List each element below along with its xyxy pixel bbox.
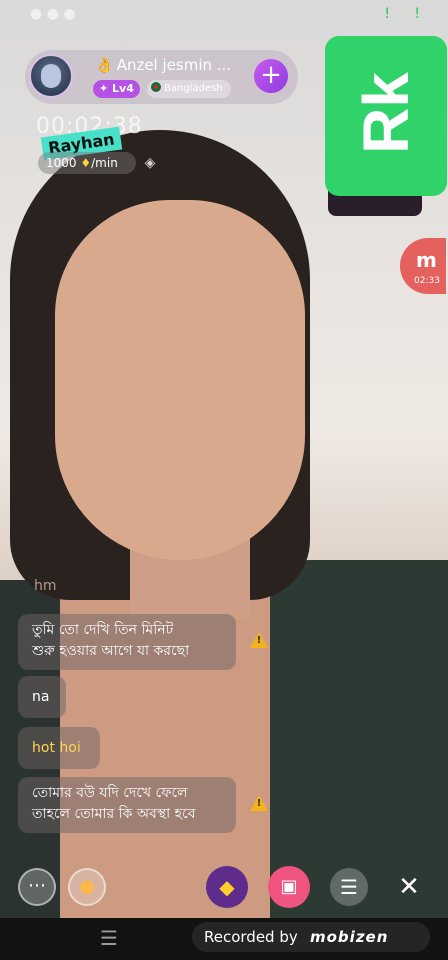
lightbulb-icon[interactable]: ●	[68, 868, 106, 906]
level-badge: ✦ Lv4	[93, 80, 140, 98]
host-name-text: Anzel jesmin ...	[116, 56, 232, 74]
signal-icon: ! !	[384, 6, 430, 22]
video-shirt-shape	[270, 560, 448, 920]
close-button[interactable]: ✕	[394, 872, 424, 902]
rate-value: 1000	[46, 156, 77, 170]
follow-button[interactable]: +	[254, 59, 288, 93]
gem-icon[interactable]: ◆	[206, 866, 248, 908]
mobizen-brand: mobizen	[310, 928, 389, 946]
menu-icon[interactable]: ☰	[330, 868, 368, 906]
warning-icon[interactable]: !	[250, 632, 268, 648]
warning-icon[interactable]: !	[250, 795, 268, 811]
bangladesh-flag-icon	[151, 82, 161, 92]
gift-icon[interactable]: ▣	[268, 866, 310, 908]
rk-sticker: Rk	[325, 36, 447, 196]
recent-apps-icon[interactable]: ☰	[100, 926, 118, 950]
chat-bubble-icon[interactable]: ⋯	[18, 868, 56, 906]
host-name: 👌 Anzel jesmin ...	[95, 56, 231, 74]
chat-bubble: na	[18, 676, 66, 718]
host-info-card[interactable]: 👌 Anzel jesmin ... ✦ Lv4 Bangladesh +	[25, 50, 298, 104]
rate-unit: /min	[91, 156, 118, 170]
coin-icon: ♦	[80, 156, 92, 170]
mini-badge-letter: m	[416, 248, 437, 272]
mini-badge-time: 02:33	[414, 276, 440, 286]
chat-bubble: hot hoi	[18, 727, 100, 769]
ok-hand-icon: 👌	[95, 56, 114, 74]
host-avatar[interactable]	[29, 54, 73, 98]
country-text: Bangladesh	[164, 83, 223, 94]
recorded-by-label: Recorded by	[204, 928, 298, 946]
chat-bubble: তোমার বউ যদি দেখে ফেলে তাহলে তোমার কি অব…	[18, 777, 236, 833]
recorder-mini-badge[interactable]: m 02:33	[400, 238, 446, 294]
level-text: Lv4	[112, 82, 134, 95]
live-stream-screen: ● ● ● ! ! 👌 Anzel jesmin ... ✦ Lv4 Bangla…	[0, 0, 448, 960]
country-pill: Bangladesh	[147, 80, 231, 98]
robot-icon[interactable]: ◈	[138, 152, 162, 174]
status-time: ● ● ●	[30, 6, 76, 22]
mobizen-recorder-watermark: Recorded by mobizen	[192, 922, 430, 952]
chat-bubble: তুমি তো দেখি তিন মিনিট শুরু হওয়ার আগে য…	[18, 614, 236, 670]
video-face-shape	[55, 200, 305, 560]
avatar-figure-icon	[41, 64, 61, 88]
status-bar: ● ● ● ! !	[0, 0, 448, 30]
rate-pill: 1000 ♦/min	[38, 152, 136, 174]
rk-label: Rk	[350, 72, 422, 154]
chat-message-faded: hm	[34, 578, 57, 594]
